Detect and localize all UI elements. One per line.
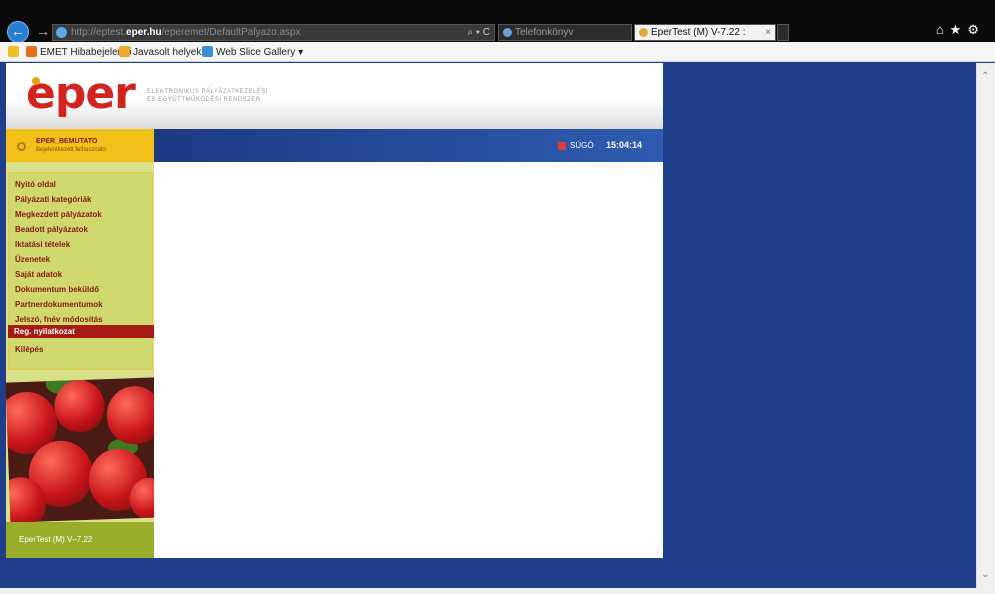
scroll-up-icon[interactable]: ⌃ [981,71,989,82]
fav-emet-icon [26,46,37,57]
tab-label: Telefonkönyv [515,27,574,38]
logo-dots-icon [32,77,41,85]
back-arrow-icon[interactable]: ← [7,21,29,43]
fav-emet-hibabejelento[interactable]: EMET Hibabejelentő [26,46,132,58]
vertical-scrollbar[interactable]: ⌃ ⌄ [976,63,995,588]
home-star-gear-icon[interactable]: ⌂★⚙ [936,22,985,38]
url-path: /eperemet/DefaultPalyazo.aspx [161,27,301,38]
logo-subtitle-line-2: ÉS EGYÜTTMŰKÖDÉSI RENDSZER [147,97,261,103]
menu-box: Nyitó oldal Pályázati kategóriák Megkezd… [8,172,153,370]
site-header: eper ELEKTRONIKUS PÁLYÁZATKEZELÉSI ÉS EG… [6,63,663,129]
url-domain: eper.hu [126,27,162,38]
menu-item-dokumentum-bekuldo[interactable]: Dokumentum beküldő [15,285,99,294]
tab-telefonkonyv[interactable]: Telefonkönyv [498,24,632,41]
browser-titlebar: ← → http://eptest.eper.hu/eperemet/Defau… [0,0,995,53]
tab-epertest[interactable]: EperTest (M) V-7.22 : Defaul... × [634,24,776,53]
menu-item-uzenetek[interactable]: Üzenetek [15,255,50,264]
top-bar: SÚGÓ 15:04:14 [154,129,663,162]
menu-item-partnerdokumentumok[interactable]: Partnerdokumentumok [15,300,103,309]
tab-favicon-icon [639,28,648,37]
tab-favicon-icon [503,28,512,37]
logo-text: eper [26,68,136,119]
favorites-bar: EMET Hibabejelentő Javasolt helyek ▾ Web… [0,42,995,62]
fav-label: EMET Hibabejelentő [40,47,132,58]
menu-item-nyito-oldal[interactable]: Nyitó oldal [15,180,56,189]
menu-item-reg-nyilatkozat[interactable]: Reg. nyilatkozat [8,325,164,338]
fav-javasolt-helyek[interactable]: Javasolt helyek ▾ [119,46,209,58]
fav-label: Web Slice Gallery ▾ [216,47,304,58]
help-link[interactable]: SÚGÓ [570,141,594,150]
logo-subtitle-line-1: ELEKTRONIKUS PÁLYÁZATKEZELÉSI [147,89,268,95]
fav-webslice-icon [202,46,213,57]
address-bar[interactable]: http://eptest.eper.hu/eperemet/DefaultPa… [52,24,495,41]
scroll-down-icon[interactable]: ⌄ [981,569,989,580]
tab-close-icon[interactable]: × [765,25,771,40]
favorites-star-icon[interactable] [8,46,22,58]
user-role: Bejelentkezett felhasználó [36,147,106,153]
sidebar: Nyitó oldal Pályázati kategóriák Megkezd… [5,162,164,558]
menu-item-kilepes[interactable]: Kilépés [15,345,43,354]
user-icon [17,142,26,151]
new-tab-button[interactable] [777,24,789,41]
help-book-icon[interactable] [558,142,566,150]
clock: 15:04:14 [606,140,643,150]
fav-web-slice-gallery[interactable]: Web Slice Gallery ▾ [202,46,303,58]
forward-arrow-icon[interactable]: → [36,23,50,39]
menu-item-palyazati-kategoriak[interactable]: Pályázati kategóriák [15,195,91,204]
menu-item-iktatasi-tetelek[interactable]: Iktatási tételek [15,240,70,249]
eper-site: eper ELEKTRONIKUS PÁLYÁZATKEZELÉSI ÉS EG… [5,63,663,558]
user-name: EPER_BEMUTATO [36,138,98,145]
version-label: EperTest (M) V–7.22 [19,535,93,544]
user-panel: EPER_BEMUTATO Bejelentkezett felhasználó [6,129,154,162]
menu-item-beadott-palyazatok[interactable]: Beadott pályázatok [15,225,88,234]
menu-item-jelszo-fnev-modositas[interactable]: Jelszó, fnév módosítás [15,315,103,324]
logo-subtitle: ELEKTRONIKUS PÁLYÁZATKEZELÉSI ÉS EGYÜTTM… [147,88,268,104]
main-content [154,162,663,558]
strawberries-image [5,377,161,523]
status-strip [0,588,995,594]
url-prefix: http://eptest. [71,27,127,38]
page-favicon-icon [56,27,67,38]
menu-item-megkezdett-palyazatok[interactable]: Megkezdett pályázatok [15,210,102,219]
menu-item-sajat-adatok[interactable]: Saját adatok [15,270,62,279]
search-refresh-icon[interactable]: ⌕ ▾ C [467,25,490,40]
page-viewport: eper ELEKTRONIKUS PÁLYÁZATKEZELÉSI ÉS EG… [5,63,976,588]
fav-label: Javasolt helyek ▾ [133,47,210,58]
menu-item-label: Reg. nyilatkozat [14,327,75,336]
fav-javasolt-icon [119,46,130,57]
